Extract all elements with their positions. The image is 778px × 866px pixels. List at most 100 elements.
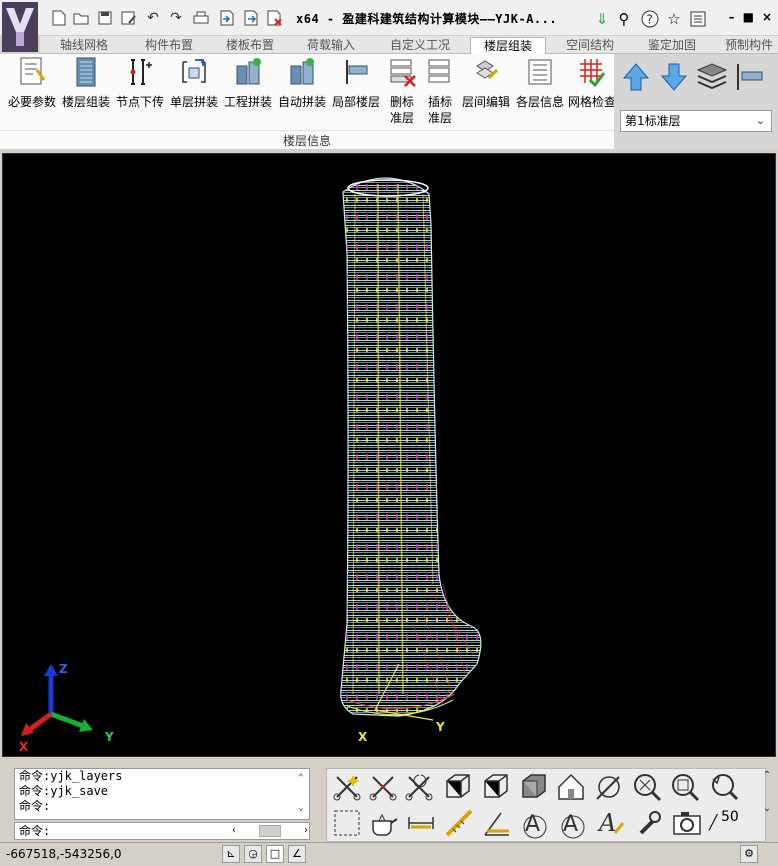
- camera-icon[interactable]: [671, 807, 703, 839]
- auto-assembly-button[interactable]: 自动拼装: [276, 56, 328, 110]
- undo-icon[interactable]: ↶: [144, 9, 162, 27]
- zoom-extents-icon[interactable]: [631, 771, 663, 803]
- settings-gear-icon[interactable]: ⚙: [740, 845, 758, 863]
- export-icon[interactable]: [242, 9, 260, 27]
- help-icon[interactable]: ?: [640, 9, 660, 29]
- zoom-previous-icon[interactable]: [707, 771, 739, 803]
- tab-slab-layout[interactable]: 楼板布置: [210, 37, 290, 54]
- app-logo-icon[interactable]: [2, 2, 38, 52]
- all-floors-icon[interactable]: [696, 62, 728, 92]
- panel-icon[interactable]: [688, 9, 708, 29]
- redo-icon[interactable]: ↷: [167, 9, 185, 27]
- select-box-icon[interactable]: [331, 807, 363, 839]
- delete-std-floor-button[interactable]: 删标 准层: [384, 56, 420, 126]
- model-axis-y-label: Y: [436, 720, 445, 734]
- command-history-line: 命令:yjk_save: [19, 784, 109, 798]
- close-button[interactable]: ×: [762, 10, 772, 24]
- new-file-icon[interactable]: [50, 9, 68, 27]
- wrench-icon[interactable]: [633, 807, 665, 839]
- open-icon[interactable]: [72, 9, 90, 27]
- orbit-icon[interactable]: [593, 771, 625, 803]
- svg-text:?: ?: [647, 13, 653, 27]
- print-icon[interactable]: [192, 9, 210, 27]
- floor-select-value: 第1标准层: [625, 114, 681, 128]
- node-down-button[interactable]: 节点下传: [114, 56, 166, 110]
- cube-wireframe-icon[interactable]: [441, 771, 473, 803]
- interfloor-edit-button[interactable]: 层间编辑: [460, 56, 512, 110]
- chevron-down-icon: ⌄: [755, 114, 765, 127]
- ribbon-panel: 必要参数 楼层组装 节点下传 单层拼装 工程拼装 自动拼装 局部楼层 删标 准层…: [0, 54, 614, 150]
- minimize-button[interactable]: –: [729, 10, 735, 24]
- pin-icon[interactable]: ⚲: [614, 9, 634, 29]
- floor-down-icon[interactable]: [660, 62, 688, 92]
- command-area: 命令:yjk_layers 命令:yjk_save 命令: ⌃ ⌄ 命令: ‹ ›…: [0, 760, 778, 842]
- partial-floor-button[interactable]: 局部楼层: [330, 56, 382, 110]
- cut-refresh-icon[interactable]: [403, 771, 435, 803]
- view-toolbar: A A A ╱ 50: [326, 768, 766, 842]
- cursor-coords: -667518,-543256,0: [6, 847, 122, 861]
- tab-load-input[interactable]: 荷载输入: [290, 37, 372, 54]
- insert-std-floor-button[interactable]: 插标 准层: [422, 56, 458, 126]
- interfloor-edit-icon: [476, 60, 499, 80]
- polar-toggle-icon[interactable]: ◶: [244, 845, 262, 863]
- text-edit-icon[interactable]: A: [595, 807, 627, 839]
- import-icon[interactable]: [218, 9, 236, 27]
- tab-appraisal[interactable]: 鉴定加固: [634, 37, 710, 54]
- grid-check-button[interactable]: 网格检查: [568, 56, 614, 110]
- maximize-button[interactable]: ■: [743, 10, 754, 24]
- svg-text:A: A: [597, 809, 616, 837]
- tab-axis-grid[interactable]: 轴线网格: [40, 37, 128, 54]
- cube-solid-icon[interactable]: [517, 771, 549, 803]
- tab-precast[interactable]: 预制构件: [716, 37, 778, 54]
- snap-toggle-icon[interactable]: □: [266, 845, 284, 863]
- tab-member-layout[interactable]: 构件布置: [128, 37, 210, 54]
- tab-custom-case[interactable]: 自定义工况: [372, 37, 468, 54]
- floor-up-icon[interactable]: [622, 62, 650, 92]
- floor-select[interactable]: 第1标准层 ⌄: [620, 110, 772, 132]
- command-input[interactable]: 命令: ‹ ›: [14, 822, 310, 840]
- zoom-readout[interactable]: ╱ 50: [709, 809, 749, 837]
- tab-space-structure[interactable]: 空间结构: [552, 37, 628, 54]
- ribbon-tabs: 轴线网格 构件布置 楼板布置 荷载输入 自定义工况 楼层组装 空间结构 鉴定加固…: [40, 36, 778, 54]
- scroll-right-icon[interactable]: ›: [303, 823, 309, 839]
- model-viewport[interactable]: X Y Z Y X: [2, 153, 776, 757]
- angle-measure-icon[interactable]: [481, 807, 513, 839]
- select-sparkle-icon[interactable]: [331, 771, 363, 803]
- params-icon: [20, 57, 46, 85]
- required-params-button[interactable]: 必要参数: [6, 56, 58, 110]
- floor-info-button[interactable]: 各层信息: [514, 56, 566, 110]
- save-as-icon[interactable]: [120, 9, 138, 27]
- status-bar: -667518,-543256,0 ⊾ ◶ □ ∠ ⚙: [0, 842, 778, 866]
- text-down-icon[interactable]: A: [557, 807, 589, 839]
- download-icon[interactable]: ⇓: [592, 9, 612, 29]
- close-file-icon[interactable]: [266, 9, 284, 27]
- save-icon[interactable]: [96, 9, 114, 27]
- floor-partial-icon[interactable]: [734, 62, 766, 92]
- command-hscrollbar[interactable]: ‹ ›: [231, 824, 309, 838]
- floor-assembly-button[interactable]: 楼层组装: [60, 56, 112, 110]
- project-assembly-button[interactable]: 工程拼装: [222, 56, 274, 110]
- partial-floor-icon: [346, 60, 368, 84]
- scroll-thumb[interactable]: [259, 825, 281, 837]
- project-assembly-icon: [236, 58, 261, 85]
- angle-toggle-icon[interactable]: ∠: [288, 845, 306, 863]
- measure-icon[interactable]: [443, 807, 475, 839]
- dimension-icon[interactable]: [405, 807, 437, 839]
- home-view-icon[interactable]: [555, 771, 587, 803]
- zoom-window-icon[interactable]: [669, 771, 701, 803]
- teapot-icon[interactable]: [367, 807, 399, 839]
- building-icon: [76, 57, 96, 87]
- toolbar-scrollbar[interactable]: ⌃ ⌄: [760, 770, 774, 832]
- floor-info-icon: [528, 59, 552, 85]
- text-up-icon[interactable]: A: [519, 807, 551, 839]
- cube-shaded-icon[interactable]: [479, 771, 511, 803]
- scroll-left-icon[interactable]: ‹: [231, 823, 237, 839]
- star-icon[interactable]: ☆: [664, 9, 684, 29]
- single-floor-icon: [182, 59, 206, 83]
- insert-floor-icon: [428, 59, 450, 83]
- tab-floor-assembly[interactable]: 楼层组装: [470, 37, 546, 54]
- cut-icon[interactable]: [367, 771, 399, 803]
- command-scrollbar[interactable]: ⌃ ⌄: [295, 771, 307, 817]
- ortho-toggle-icon[interactable]: ⊾: [222, 845, 240, 863]
- single-floor-assembly-button[interactable]: 单层拼装: [168, 56, 220, 110]
